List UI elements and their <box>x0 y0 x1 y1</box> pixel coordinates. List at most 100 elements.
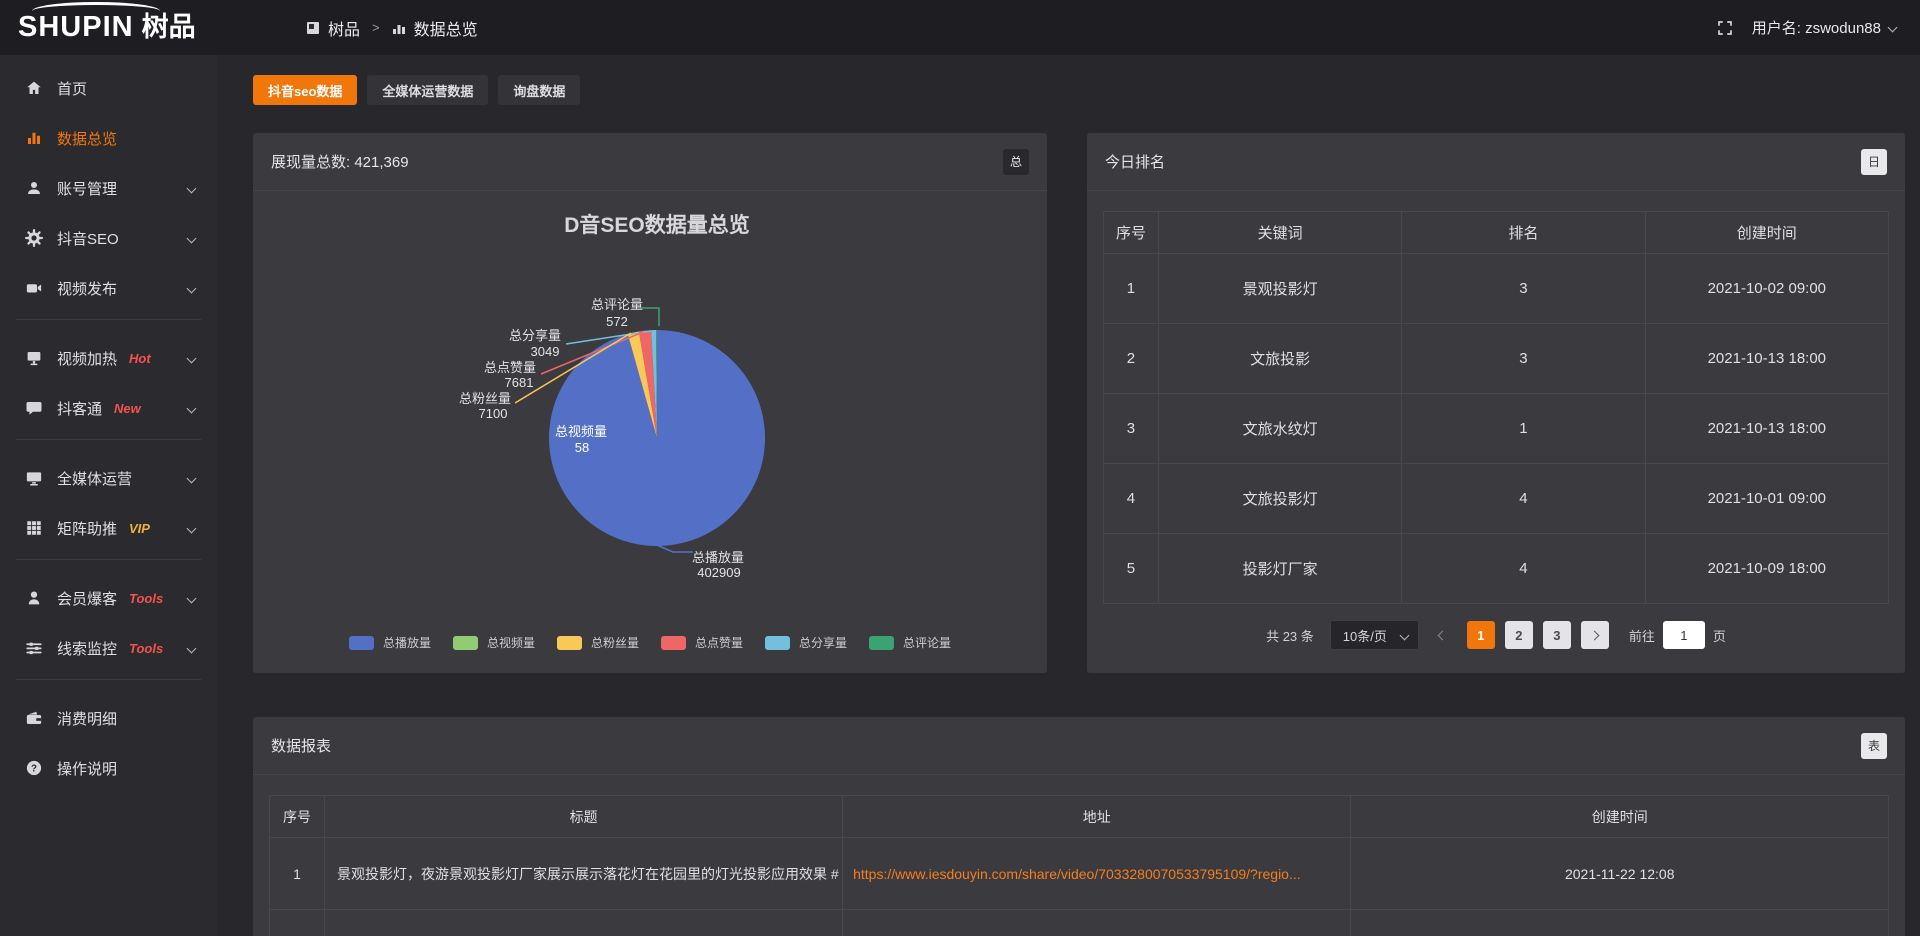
sidebar-item-member-burst[interactable]: 会员爆客 Tools <box>0 573 217 623</box>
page-button-1[interactable]: 1 <box>1467 621 1495 649</box>
vip-badge: VIP <box>129 521 150 536</box>
cell-keyword: 景观投影灯 <box>1158 254 1401 324</box>
sidebar-item-home[interactable]: 首页 <box>0 63 217 113</box>
slice-label-shares: 总分享量 <box>509 328 561 343</box>
table-header-row: 序号 关键词 排名 创建时间 <box>1104 212 1889 254</box>
report-table: 序号 标题 地址 创建时间 1 景观投影灯，夜游景观投影灯厂家展示展示落花灯在花… <box>269 795 1889 936</box>
page-button-2[interactable]: 2 <box>1505 621 1533 649</box>
chart-legend: 总播放量 总视频量 总粉丝量 总点赞量 总分享量 总评论量 <box>253 634 1047 651</box>
sidebar-item-video-heating[interactable]: 视频加热 Hot <box>0 333 217 383</box>
col-header-keyword: 关键词 <box>1158 212 1401 254</box>
legend-swatch <box>349 636 374 650</box>
page-unit-label: 页 <box>1713 626 1726 645</box>
chevron-left-icon <box>1438 630 1448 640</box>
tab-douyin-seo-data[interactable]: 抖音seo数据 <box>253 75 357 105</box>
breadcrumb-root[interactable]: 树品 <box>328 16 360 40</box>
cell-rank: 3 <box>1402 254 1645 324</box>
sidebar-divider <box>16 319 201 320</box>
home-icon <box>25 79 43 97</box>
chevron-down-icon <box>187 353 197 363</box>
table-row: 5投影灯厂家42021-10-09 18:00 <box>1104 534 1889 604</box>
breadcrumb: 树品 > 数据总览 <box>306 16 478 40</box>
sidebar-item-label: 会员爆客 <box>57 588 117 609</box>
cell-created: 2021-11-22 12:08 <box>1351 838 1889 910</box>
legend-item[interactable]: 总分享量 <box>765 634 847 651</box>
goto-page-input[interactable] <box>1663 621 1705 649</box>
sidebar-item-matrix-boost[interactable]: 矩阵助推 VIP <box>0 503 217 553</box>
chevron-right-icon <box>1590 630 1600 640</box>
screen-icon <box>25 349 43 367</box>
site-icon <box>306 21 320 35</box>
data-tabs: 抖音seo数据 全媒体运营数据 询盘数据 <box>253 75 1905 105</box>
slice-value-likes: 7681 <box>505 375 534 390</box>
impressions-label: 展现量总数: <box>271 154 350 171</box>
table-header-row: 序号 标题 地址 创建时间 <box>270 796 1889 838</box>
legend-swatch <box>557 636 582 650</box>
legend-item[interactable]: 总视频量 <box>453 634 535 651</box>
chevron-down-icon <box>187 233 197 243</box>
sidebar-item-douyin-seo[interactable]: 抖音SEO <box>0 213 217 263</box>
chevron-down-icon <box>187 403 197 413</box>
tools-badge: Tools <box>129 591 163 606</box>
sidebar-item-douketong[interactable]: 抖客通 New <box>0 383 217 433</box>
user-icon <box>25 179 43 197</box>
sidebar-item-omnimedia[interactable]: 全媒体运营 <box>0 453 217 503</box>
topbar: SHUPIN 树品 树品 > 数据总览 用户名: zswodun88 <box>0 0 1920 55</box>
sidebar-item-label: 数据总览 <box>57 128 117 149</box>
breadcrumb-separator: > <box>372 20 380 35</box>
col-header-url: 地址 <box>843 796 1351 838</box>
total-count: 共 23 条 <box>1266 626 1314 645</box>
sidebar-item-consumption[interactable]: 消费明细 <box>0 693 217 743</box>
chevron-down-icon <box>187 473 197 483</box>
day-toggle-button[interactable]: 日 <box>1861 149 1887 175</box>
legend-item[interactable]: 总点赞量 <box>661 634 743 651</box>
page-button-3[interactable]: 3 <box>1543 621 1571 649</box>
sidebar-item-label: 抖客通 <box>57 398 102 419</box>
cell-created: 2021-10-13 18:00 <box>1645 394 1888 464</box>
sidebar-item-lead-monitor[interactable]: 线索监控 Tools <box>0 623 217 673</box>
legend-item[interactable]: 总播放量 <box>349 634 431 651</box>
sidebar-item-label: 抖音SEO <box>57 228 119 249</box>
logo-arc <box>32 2 160 20</box>
hot-badge: Hot <box>129 351 151 366</box>
total-toggle-button[interactable]: 总 <box>1003 149 1029 175</box>
username-label: 用户名: zswodun88 <box>1752 17 1881 38</box>
legend-swatch <box>453 636 478 650</box>
table-row: 3文旅水纹灯12021-10-13 18:00 <box>1104 394 1889 464</box>
cell-created: 2021-10-13 18:00 <box>1645 324 1888 394</box>
legend-item[interactable]: 总评论量 <box>869 634 951 651</box>
ranking-card-title: 今日排名 <box>1105 151 1165 172</box>
main-content: 抖音seo数据 全媒体运营数据 询盘数据 展现量总数: 421,369 总 D音… <box>217 55 1920 936</box>
page-size-select[interactable]: 10条/页 <box>1330 620 1419 650</box>
legend-item[interactable]: 总粉丝量 <box>557 634 639 651</box>
tools-badge: Tools <box>129 641 163 656</box>
chevron-down-icon <box>187 283 197 293</box>
cell-rank: 4 <box>1402 534 1645 604</box>
bar-chart-icon <box>392 21 406 35</box>
sidebar-item-account[interactable]: 账号管理 <box>0 163 217 213</box>
goto-label: 前往 <box>1629 626 1655 645</box>
bar-chart-icon <box>25 129 43 147</box>
chat-icon <box>25 399 43 417</box>
fullscreen-icon[interactable] <box>1716 19 1734 37</box>
next-page-button[interactable] <box>1581 621 1609 649</box>
app-logo[interactable]: SHUPIN 树品 <box>18 0 250 55</box>
cell-keyword: 文旅投影灯 <box>1158 464 1401 534</box>
sidebar-item-help[interactable]: ? 操作说明 <box>0 743 217 793</box>
sidebar-item-label: 操作说明 <box>57 758 117 779</box>
pie-chart: D音SEO数据量总览 总评论量 572 总分享量 3049 总点赞量 7681 … <box>253 191 1047 606</box>
cell-keyword: 文旅投影 <box>1158 324 1401 394</box>
video-link[interactable]: https://www.iesdouyin.com/share/video/70… <box>843 866 1350 882</box>
sidebar-item-label: 线索监控 <box>57 638 117 659</box>
sidebar-item-video-publish[interactable]: 视频发布 <box>0 263 217 313</box>
table-toggle-button[interactable]: 表 <box>1861 733 1887 759</box>
tab-inquiry-data[interactable]: 询盘数据 <box>498 75 580 105</box>
tab-omnimedia-data[interactable]: 全媒体运营数据 <box>367 75 488 105</box>
col-header-title: 标题 <box>325 796 843 838</box>
chevron-down-icon <box>1888 23 1898 33</box>
user-menu[interactable]: 用户名: zswodun88 <box>1752 17 1896 38</box>
sidebar-item-label: 全媒体运营 <box>57 468 132 489</box>
sidebar-item-label: 消费明细 <box>57 708 117 729</box>
prev-page-button[interactable] <box>1429 621 1457 649</box>
sidebar-item-data-overview[interactable]: 数据总览 <box>0 113 217 163</box>
